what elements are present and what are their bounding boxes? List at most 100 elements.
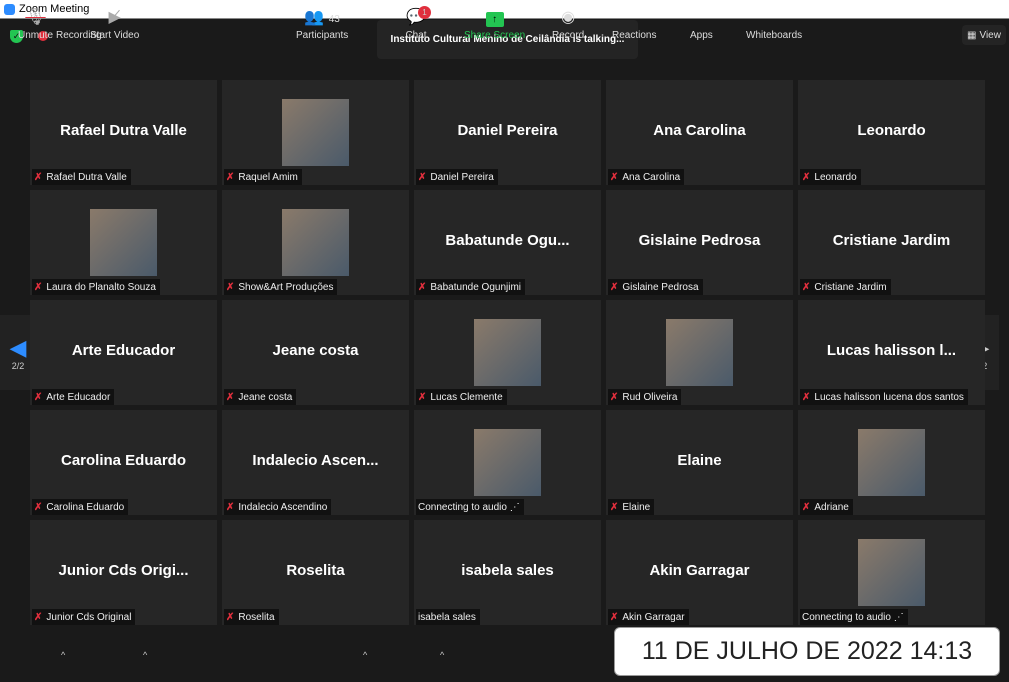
participant-name-label: ✗ Babatunde Ogunjimi: [416, 279, 526, 295]
grid-icon: ▦: [967, 29, 977, 41]
participant-name-label: ✗ Elaine: [608, 499, 655, 515]
participant-name-label: ✗ Show&Art Produções: [224, 279, 338, 295]
participant-name: Jeane costa: [238, 391, 293, 403]
participant-tile[interactable]: ✗ Adriane: [798, 410, 985, 515]
audio-options-caret[interactable]: ^: [61, 650, 65, 660]
participants-button[interactable]: 👥 43 Participants: [296, 8, 348, 41]
participant-display-name: Roselita: [286, 562, 345, 579]
participant-name-label: ✗ Lucas halisson lucena dos santos: [800, 389, 968, 405]
participant-name: Carolina Eduardo: [46, 501, 125, 513]
participant-tile[interactable]: Leonardo ✗ Leonardo: [798, 80, 985, 185]
participants-options-caret[interactable]: ^: [363, 650, 367, 660]
participant-tile[interactable]: ✗ Laura do Planalto Souza: [30, 190, 217, 295]
video-options-caret[interactable]: ^: [143, 650, 147, 660]
participant-name: Leonardo: [814, 171, 857, 183]
participant-display-name: isabela sales: [461, 562, 554, 579]
mic-muted-icon: ✗: [802, 501, 811, 513]
participant-name-label: ✗ Lucas Clemente: [416, 389, 507, 405]
participant-name: Raquel Amim: [238, 171, 298, 183]
participant-tile[interactable]: ✗ Lucas Clemente: [414, 300, 601, 405]
page-indicator: 2/2: [11, 360, 25, 371]
participant-display-name: Daniel Pereira: [457, 122, 558, 139]
participant-tile[interactable]: Arte Educador ✗ Arte Educador: [30, 300, 217, 405]
participant-tile[interactable]: Lucas halisson l... ✗ Lucas halisson lucen…: [798, 300, 985, 405]
participant-name-label: ✗ Adriane: [800, 499, 853, 515]
mic-muted-icon: ✗: [610, 501, 619, 513]
participant-video: [282, 99, 349, 166]
participant-name: Roselita: [238, 611, 275, 623]
mic-muted-icon: ✗: [610, 281, 619, 293]
participant-tile[interactable]: Rafael Dutra Valle ✗ Rafael Dutra Valle: [30, 80, 217, 185]
mic-muted-icon: ✗: [418, 171, 427, 183]
participant-display-name: Indalecio Ascen...: [252, 452, 379, 469]
participant-display-name: Elaine: [677, 452, 722, 469]
reactions-button[interactable]: Reactions: [612, 8, 656, 41]
record-label: Record: [552, 30, 585, 41]
participant-name: Akin Garragar: [622, 611, 685, 623]
participant-tile[interactable]: ✗ Raquel Amim: [222, 80, 409, 185]
participant-name-label: isabela sales: [416, 609, 480, 625]
participant-display-name: Akin Garragar: [649, 562, 750, 579]
participant-name: Junior Cds Original: [46, 611, 132, 623]
participant-name-label: ✗ Gislaine Pedrosa: [608, 279, 703, 295]
participant-tile[interactable]: Carolina Eduardo ✗ Carolina Eduardo: [30, 410, 217, 515]
participant-tile[interactable]: Akin Garragar ✗ Akin Garragar: [606, 520, 793, 625]
participant-tile[interactable]: Jeane costa ✗ Jeane costa: [222, 300, 409, 405]
participant-name-label: ✗ Rafael Dutra Valle: [32, 169, 131, 185]
participant-tile[interactable]: ✗ Show&Art Produções: [222, 190, 409, 295]
participant-name: Ana Carolina: [622, 171, 681, 183]
participant-name-label: ✗ Jeane costa: [224, 389, 297, 405]
participant-display-name: Jeane costa: [272, 342, 359, 359]
mic-muted-icon: 🎙: [25, 9, 46, 26]
participant-display-name: Rafael Dutra Valle: [60, 122, 187, 139]
mic-muted-icon: ✗: [802, 391, 811, 403]
unmute-label: Unmute: [18, 30, 54, 41]
chat-badge: 1: [418, 6, 431, 19]
participant-name: Elaine: [622, 501, 651, 513]
mic-muted-icon: ✗: [802, 171, 811, 183]
participant-tile[interactable]: Indalecio Ascen... ✗ Indalecio Ascendino: [222, 410, 409, 515]
mic-muted-icon: ✗: [34, 391, 43, 403]
participant-name: Lucas Clemente: [430, 391, 503, 403]
mic-muted-icon: ✗: [226, 171, 235, 183]
participant-tile[interactable]: Cristiane Jardim ✗ Cristiane Jardim: [798, 190, 985, 295]
whiteboards-label: Whiteboards: [746, 30, 803, 41]
record-icon: ◉: [561, 9, 576, 26]
start-video-button[interactable]: ▶̸ Start Video: [90, 8, 139, 41]
mic-muted-icon: ✗: [34, 281, 43, 293]
participant-name-label: Connecting to audio ⋰: [416, 499, 524, 515]
participant-name-label: ✗ Indalecio Ascendino: [224, 499, 332, 515]
participant-tile[interactable]: Babatunde Ogu... ✗ Babatunde Ogunjimi: [414, 190, 601, 295]
participant-name-label: ✗ Roselita: [224, 609, 279, 625]
participant-name: Laura do Planalto Souza: [46, 281, 156, 293]
participant-tile[interactable]: Elaine ✗ Elaine: [606, 410, 793, 515]
participant-display-name: Gislaine Pedrosa: [638, 232, 761, 249]
participant-video: [474, 429, 541, 496]
chat-icon: 💬 1: [404, 6, 431, 30]
chat-label: Chat: [405, 30, 427, 41]
view-button[interactable]: ▦ View: [962, 25, 1006, 45]
participant-tile[interactable]: Connecting to audio ⋰: [414, 410, 601, 515]
participant-tile[interactable]: Roselita ✗ Roselita: [222, 520, 409, 625]
record-button[interactable]: ◉ Record: [552, 8, 584, 41]
participant-tile[interactable]: Gislaine Pedrosa ✗ Gislaine Pedrosa: [606, 190, 793, 295]
apps-button[interactable]: Apps: [690, 8, 713, 41]
unmute-button[interactable]: 🎙 Unmute: [18, 8, 53, 41]
participant-tile[interactable]: Ana Carolina ✗ Ana Carolina: [606, 80, 793, 185]
participant-name-label: ✗ Carolina Eduardo: [32, 499, 129, 515]
participant-tile[interactable]: Junior Cds Origi... ✗ Junior Cds Original: [30, 520, 217, 625]
participant-name-label: ✗ Daniel Pereira: [416, 169, 498, 185]
reactions-label: Reactions: [612, 30, 657, 41]
share-screen-button[interactable]: ↑ Share Screen: [464, 8, 525, 41]
participant-display-name: Babatunde Ogu...: [445, 232, 570, 249]
participant-name: Connecting to audio ⋰: [802, 611, 904, 623]
participant-tile[interactable]: Daniel Pereira ✗ Daniel Pereira: [414, 80, 601, 185]
participant-tile[interactable]: isabela sales isabela sales: [414, 520, 601, 625]
whiteboards-button[interactable]: Whiteboards: [746, 8, 802, 41]
participant-tile[interactable]: Connecting to audio ⋰: [798, 520, 985, 625]
participant-tile[interactable]: ✗ Rud Oliveira: [606, 300, 793, 405]
participant-display-name: Cristiane Jardim: [832, 232, 951, 249]
chat-button[interactable]: 💬 1 Chat: [404, 6, 431, 41]
participant-name-label: ✗ Junior Cds Original: [32, 609, 136, 625]
chat-options-caret[interactable]: ^: [440, 650, 444, 660]
